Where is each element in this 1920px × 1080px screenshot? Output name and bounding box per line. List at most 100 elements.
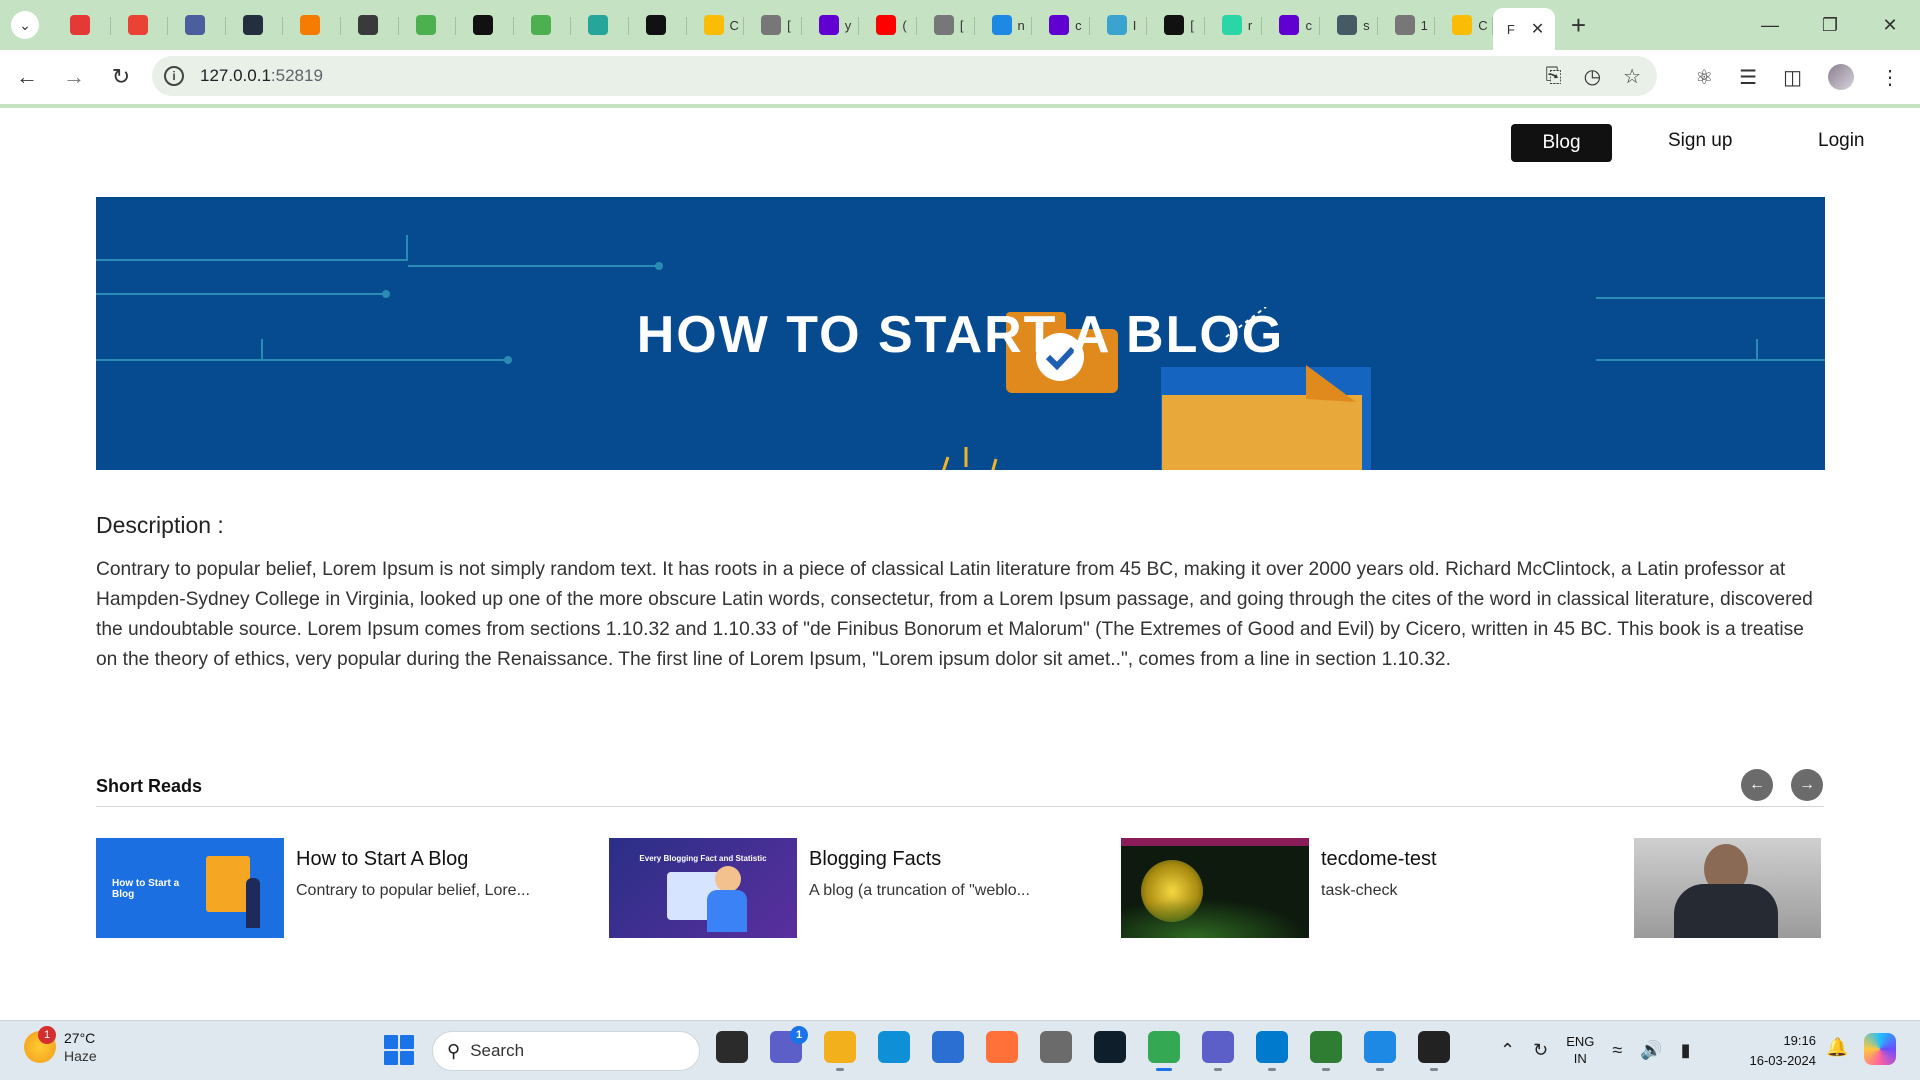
browser-tab[interactable]: n xyxy=(975,5,1033,45)
short-read-card[interactable]: Every Blogging Fact and Statistic Bloggi… xyxy=(609,838,1089,938)
card-title[interactable]: tecdome-test xyxy=(1321,848,1437,871)
copilot-icon[interactable] xyxy=(1864,1033,1896,1065)
back-button[interactable]: ← xyxy=(7,57,47,97)
star-icon[interactable]: ☆ xyxy=(1623,64,1641,89)
taskbar-search[interactable]: ⚲ Search xyxy=(432,1031,700,1071)
browser-tab[interactable]: C xyxy=(687,5,745,45)
short-read-card[interactable]: tecdome-test task-check xyxy=(1121,838,1601,938)
terminal-icon[interactable] xyxy=(1418,1031,1450,1071)
cloud-icon[interactable] xyxy=(1364,1031,1396,1071)
url-text[interactable]: 127.0.0.1:52819 xyxy=(200,66,323,86)
language-indicator[interactable]: ENG IN xyxy=(1566,1033,1594,1067)
snowflake-icon xyxy=(1221,15,1242,35)
chat-icon[interactable]: 1 xyxy=(770,1026,808,1063)
weather-widget[interactable]: 1 27°C Haze xyxy=(24,1026,97,1065)
card-thumbnail[interactable] xyxy=(1634,838,1821,938)
browser-tab[interactable] xyxy=(399,5,457,45)
card-excerpt: A blog (a truncation of "weblo... xyxy=(809,882,1030,899)
url-port: :52819 xyxy=(270,66,323,85)
amazon-icon[interactable] xyxy=(1040,1031,1072,1063)
chrome-dev-icon[interactable] xyxy=(1310,1031,1342,1071)
task-view-icon[interactable] xyxy=(716,1031,748,1063)
forward-button[interactable]: → xyxy=(54,57,94,97)
short-read-card[interactable] xyxy=(1634,838,1824,938)
card-thumbnail[interactable] xyxy=(1121,838,1309,938)
browser-tab[interactable]: C xyxy=(1435,5,1493,45)
card-thumbnail[interactable]: How to Start a Blog xyxy=(96,838,284,938)
arrow-left-icon[interactable]: ← xyxy=(1741,769,1773,801)
browser-tab[interactable]: [ xyxy=(744,5,802,45)
cube-icon xyxy=(300,15,321,35)
info-icon[interactable]: i xyxy=(164,66,184,86)
browser-tab[interactable] xyxy=(456,5,514,45)
browser-tab[interactable]: s xyxy=(1320,5,1378,45)
translate-icon[interactable]: ◷ xyxy=(1584,64,1601,89)
store-icon[interactable] xyxy=(932,1031,964,1063)
minimize-button[interactable]: — xyxy=(1740,0,1800,50)
address-bar[interactable]: i 127.0.0.1:52819 ⎘ ◷ ☆ xyxy=(152,56,1657,96)
arrow-right-icon[interactable]: → xyxy=(1791,769,1823,801)
globe-icon xyxy=(933,15,954,35)
browser-tab[interactable]: 1 xyxy=(1378,5,1436,45)
edge-icon[interactable] xyxy=(878,1031,910,1063)
browser-tab[interactable]: c xyxy=(1262,5,1320,45)
firefox-icon[interactable] xyxy=(986,1031,1018,1063)
browser-tab[interactable] xyxy=(341,5,399,45)
extensions-icon[interactable]: ⚛ xyxy=(1695,65,1713,90)
file-explorer-icon[interactable] xyxy=(824,1031,856,1071)
new-tab-button[interactable]: + xyxy=(1571,10,1586,41)
start-button[interactable] xyxy=(384,1035,414,1065)
browser-tab[interactable] xyxy=(168,5,226,45)
tab-title: r xyxy=(1247,17,1253,33)
media-control-icon[interactable]: ☰ xyxy=(1739,65,1757,90)
dropbox-icon[interactable] xyxy=(1094,1031,1126,1063)
browser-tab[interactable]: [ xyxy=(1147,5,1205,45)
reload-button[interactable]: ↻ xyxy=(101,57,141,97)
nav-login-link[interactable]: Login xyxy=(1818,130,1865,152)
teams-icon[interactable] xyxy=(1202,1031,1234,1071)
profile-avatar[interactable] xyxy=(1828,64,1854,90)
browser-tab[interactable]: ( xyxy=(859,5,917,45)
chrome-icon[interactable] xyxy=(1148,1031,1180,1071)
short-read-card[interactable]: How to Start a Blog How to Start A Blog … xyxy=(96,838,576,938)
browser-tab[interactable]: c xyxy=(1032,5,1090,45)
close-icon[interactable]: ✕ xyxy=(1531,19,1544,39)
active-tab[interactable]: F ✕ xyxy=(1492,8,1555,50)
browser-tab[interactable] xyxy=(571,5,629,45)
browser-tab[interactable]: r xyxy=(1205,5,1263,45)
tab-search-button[interactable]: ⌄ xyxy=(11,11,39,39)
restore-button[interactable]: ❐ xyxy=(1800,0,1860,50)
menu-icon[interactable]: ⋮ xyxy=(1880,65,1900,90)
clock[interactable]: 19:16 16-03-2024 xyxy=(1738,1031,1817,1071)
card-thumbnail[interactable]: Every Blogging Fact and Statistic xyxy=(609,838,797,938)
vscode-icon[interactable] xyxy=(1256,1031,1288,1071)
r-icon xyxy=(645,15,666,35)
battery-icon[interactable]: ▮ xyxy=(1681,1040,1691,1061)
sync-icon[interactable]: ↻ xyxy=(1533,1040,1548,1061)
circle-icon xyxy=(1164,15,1185,35)
side-panel-icon[interactable]: ◫ xyxy=(1783,65,1802,90)
install-app-icon[interactable]: ⎘ xyxy=(1546,65,1562,88)
browser-tab[interactable]: y xyxy=(802,5,860,45)
nx-icon xyxy=(357,15,378,35)
close-window-button[interactable]: ✕ xyxy=(1860,0,1920,50)
volume-icon[interactable]: 🔊 xyxy=(1640,1040,1662,1061)
browser-tab[interactable] xyxy=(629,5,687,45)
window-controls: — ❐ ✕ xyxy=(1740,0,1920,50)
nav-signup-link[interactable]: Sign up xyxy=(1668,130,1732,152)
browser-tab[interactable] xyxy=(283,5,341,45)
wifi-icon[interactable]: ≈ xyxy=(1612,1040,1622,1061)
browser-tab[interactable] xyxy=(53,5,111,45)
browser-tab[interactable] xyxy=(111,5,169,45)
card-title[interactable]: How to Start A Blog xyxy=(296,848,468,871)
card-title[interactable]: Blogging Facts xyxy=(809,848,941,871)
chevron-up-icon[interactable]: ⌃ xyxy=(1500,1040,1515,1061)
browser-tab[interactable] xyxy=(226,5,284,45)
nav-blog-button[interactable]: Blog xyxy=(1511,124,1612,162)
youtube-icon xyxy=(876,15,897,35)
link-icon xyxy=(530,15,551,35)
bell-icon[interactable]: 🔔 xyxy=(1826,1037,1848,1058)
browser-tab[interactable]: I xyxy=(1090,5,1148,45)
browser-tab[interactable]: [ xyxy=(917,5,975,45)
browser-tab[interactable] xyxy=(514,5,572,45)
